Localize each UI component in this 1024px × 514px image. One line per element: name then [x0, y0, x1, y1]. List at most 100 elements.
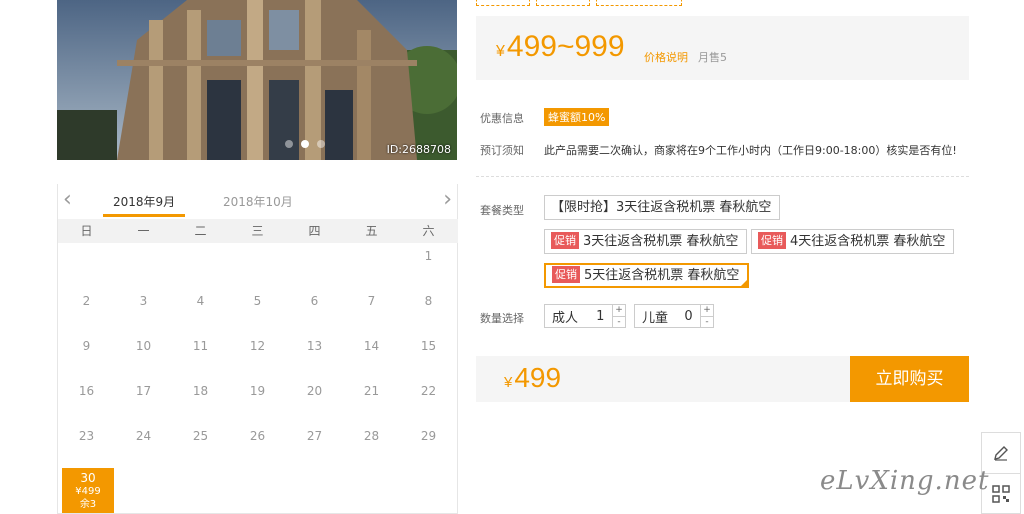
calendar-day[interactable]: 23: [58, 423, 115, 468]
product-photo[interactable]: ID:2688708: [57, 0, 457, 160]
weekday-label: 四: [308, 224, 321, 238]
selected-day-price: ¥499: [75, 486, 101, 497]
calendar-day[interactable]: 3: [115, 288, 172, 333]
package-option-4day[interactable]: 促销 4天往返含税机票 春秋航空: [751, 229, 955, 254]
calendar-day[interactable]: 14: [343, 333, 400, 378]
calendar-day[interactable]: 27: [286, 423, 343, 468]
chevron-left-icon[interactable]: ‹: [63, 188, 72, 212]
calendar-day[interactable]: 20: [286, 378, 343, 423]
child-quantity-stepper: 儿童 0 + -: [634, 304, 714, 328]
top-tag[interactable]: [596, 0, 682, 6]
adult-count[interactable]: 1: [595, 309, 606, 324]
calendar-tab-october[interactable]: 2018年10月: [223, 193, 293, 210]
calendar-day[interactable]: 1: [400, 243, 457, 288]
adult-minus-button[interactable]: -: [613, 316, 625, 327]
selected-day-number: 30: [80, 471, 96, 485]
price-range: ¥499~999: [496, 30, 625, 64]
booking-notice: 此产品需要二次确认，商家将在9个工作小时内（工作日9:00-18:00）核实是否…: [544, 144, 957, 157]
top-tag[interactable]: [476, 0, 530, 6]
child-minus-button[interactable]: -: [701, 316, 713, 327]
calendar-day[interactable]: 16: [58, 378, 115, 423]
calendar-day[interactable]: 8: [400, 288, 457, 333]
calendar-day[interactable]: 2: [58, 288, 115, 333]
calendar-day[interactable]: 22: [400, 378, 457, 423]
price-panel: ¥499~999 价格说明 月售5: [476, 16, 969, 80]
calendar-day-selected[interactable]: 30 ¥499 余3: [62, 468, 114, 513]
selected-day-remaining: 余3: [79, 499, 97, 510]
currency-symbol: ¥: [496, 43, 505, 60]
calendar-day[interactable]: 10: [115, 333, 172, 378]
calendar-day[interactable]: 25: [172, 423, 229, 468]
top-tag-row: [476, 0, 682, 6]
calendar-day[interactable]: 18: [172, 378, 229, 423]
date-calendar: ‹ 2018年9月 2018年10月 › 日 一 二 三 四 五 六 12345…: [57, 184, 458, 514]
chevron-right-icon[interactable]: ›: [443, 188, 452, 212]
carousel-dot-active[interactable]: [301, 140, 309, 148]
promo-tag: 促销: [551, 232, 579, 249]
package-option-5day-selected[interactable]: 促销 5天往返含税机票 春秋航空: [544, 263, 750, 288]
calendar-day[interactable]: 26: [229, 423, 286, 468]
weekday-label: 五: [365, 224, 378, 238]
package-option-label: 3天往返含税机票 春秋航空: [583, 234, 739, 249]
calendar-day[interactable]: 12: [229, 333, 286, 378]
price-explain-link[interactable]: 价格说明: [644, 49, 688, 65]
price-range-value: 499~999: [506, 30, 625, 63]
package-option-3day[interactable]: 促销 3天往返含税机票 春秋航空: [544, 229, 748, 254]
calendar-day[interactable]: 9: [58, 333, 115, 378]
carousel-dot[interactable]: [285, 140, 293, 148]
package-option-label: 4天往返含税机票 春秋航空: [790, 234, 946, 249]
weekday-label: 六: [422, 224, 435, 238]
calendar-day[interactable]: 29: [400, 423, 457, 468]
package-type-label: 套餐类型: [480, 204, 524, 217]
calendar-tab-september[interactable]: 2018年9月: [113, 193, 175, 210]
weekday-label: 三: [251, 224, 264, 238]
selected-corner-icon: [740, 279, 749, 287]
calendar-day[interactable]: 19: [229, 378, 286, 423]
calendar-day[interactable]: 15: [400, 333, 457, 378]
promo-tag: 促销: [758, 232, 786, 249]
calendar-header: ‹ 2018年9月 2018年10月 ›: [57, 184, 458, 218]
total-price: ¥499: [504, 362, 561, 394]
top-tag[interactable]: [536, 0, 590, 6]
package-option-flash-sale[interactable]: 【限时抢】3天往返含税机票 春秋航空: [544, 195, 781, 220]
package-option-label: 5天往返含税机票 春秋航空: [584, 268, 740, 283]
buy-now-button[interactable]: 立即购买: [850, 356, 969, 402]
calendar-day[interactable]: 7: [343, 288, 400, 333]
calendar-day[interactable]: 6: [286, 288, 343, 333]
child-label: 儿童: [642, 310, 669, 326]
buy-bar: ¥499 立即购买: [476, 356, 969, 402]
child-stepper-buttons: + -: [700, 305, 713, 327]
calendar-day[interactable]: 13: [286, 333, 343, 378]
calendar-day[interactable]: 21: [343, 378, 400, 423]
calendar-weekdays: 日 一 二 三 四 五 六: [58, 219, 458, 243]
child-count[interactable]: 0: [683, 309, 694, 324]
adult-plus-button[interactable]: +: [613, 305, 625, 316]
calendar-day[interactable]: 4: [172, 288, 229, 333]
adult-stepper-buttons: + -: [612, 305, 625, 327]
package-option-label: 【限时抢】3天往返含税机票 春秋航空: [551, 200, 772, 215]
carousel-dots: [285, 140, 325, 148]
calendar-day[interactable]: 28: [343, 423, 400, 468]
ruins-photo-image: [57, 0, 457, 160]
weekday-label: 日: [80, 224, 93, 238]
promo-tag: 促销: [552, 266, 580, 283]
calendar-day[interactable]: 11: [172, 333, 229, 378]
adult-label: 成人: [552, 310, 579, 326]
active-tab-underline: [103, 214, 185, 217]
monthly-sales: 月售5: [698, 51, 727, 64]
adult-quantity-stepper: 成人 1 + -: [544, 304, 626, 328]
calendar-day[interactable]: 17: [115, 378, 172, 423]
child-plus-button[interactable]: +: [701, 305, 713, 316]
discount-label: 优惠信息: [480, 112, 524, 125]
carousel-dot[interactable]: [317, 140, 325, 148]
weekday-label: 二: [194, 224, 207, 238]
weekday-label: 一: [137, 224, 150, 238]
discount-badge: 蜂蜜额10%: [544, 108, 610, 126]
total-price-value: 499: [514, 362, 562, 393]
section-divider: [476, 176, 969, 177]
calendar-day[interactable]: 5: [229, 288, 286, 333]
calendar-day[interactable]: 24: [115, 423, 172, 468]
notice-label: 预订须知: [480, 144, 524, 157]
quantity-label: 数量选择: [480, 312, 524, 325]
currency-symbol: ¥: [504, 374, 513, 391]
